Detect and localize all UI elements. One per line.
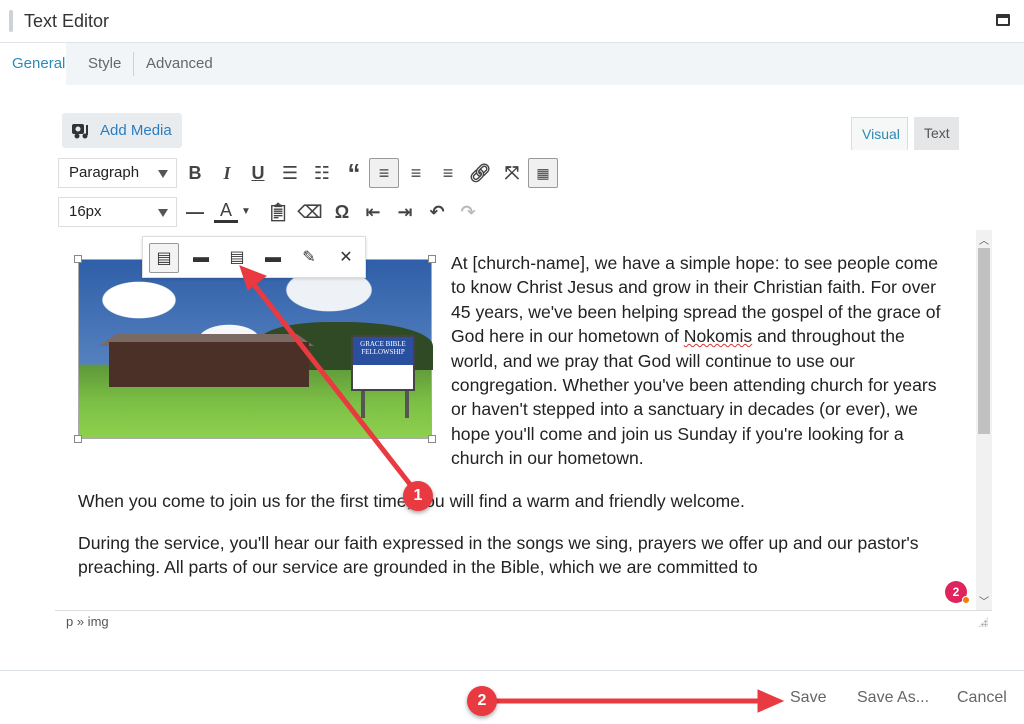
align-left-icon[interactable]: ≡: [369, 158, 399, 188]
tab-visual[interactable]: Visual: [851, 117, 908, 150]
selected-image[interactable]: GRACE BIBLE FELLOWSHIP: [74, 255, 436, 443]
add-media-label: Add Media: [100, 122, 172, 139]
paste-as-text-icon[interactable]: 📋︎: [263, 197, 293, 227]
text-color-icon[interactable]: A: [214, 197, 238, 223]
numbered-list-icon[interactable]: ☷: [307, 158, 337, 188]
editor-scrollbar[interactable]: ︿ ﹀: [976, 230, 992, 610]
window-title: Text Editor: [24, 11, 110, 31]
scroll-down-icon[interactable]: ﹀: [979, 593, 989, 608]
sign-post: [405, 388, 409, 418]
bulleted-list-icon[interactable]: ☰: [275, 158, 305, 188]
image-align-left-icon[interactable]: ▤: [149, 243, 179, 273]
resize-handle[interactable]: [74, 255, 82, 263]
align-center-icon[interactable]: ≡: [401, 158, 431, 188]
pencil-icon[interactable]: ✎: [294, 243, 324, 273]
title-bar: Text Editor: [0, 0, 1024, 43]
sign-text: GRACE BIBLE FELLOWSHIP: [353, 337, 413, 365]
resize-handle[interactable]: [428, 435, 436, 443]
underline-icon[interactable]: U: [243, 158, 273, 188]
notification-badge[interactable]: 2: [945, 581, 970, 604]
tab-general[interactable]: General: [0, 43, 66, 85]
add-media-button[interactable]: Add Media: [62, 113, 182, 148]
horizontal-line-icon[interactable]: —: [180, 197, 210, 227]
rich-text-editor: Paragraph B I U ☰ ☷ “ ≡ ≡ ≡ 🔗︎ ⤧ ▦ 16px …: [55, 151, 992, 632]
image-toolbar: ▤ ▬ ▤ ▬ ✎ ✕: [142, 236, 366, 278]
annotation-marker-1: 1: [403, 481, 433, 511]
scroll-up-icon[interactable]: ︿: [979, 232, 989, 247]
font-size-value: 16px: [69, 203, 102, 220]
bold-icon[interactable]: B: [180, 158, 210, 188]
format-select[interactable]: Paragraph: [58, 158, 177, 188]
outdent-icon[interactable]: ⇤: [358, 197, 388, 227]
tab-text[interactable]: Text: [914, 117, 959, 150]
save-as-button[interactable]: Save As...: [857, 689, 929, 707]
tab-bar: General Style Advanced: [0, 43, 1024, 85]
chevron-down-icon: [158, 170, 168, 178]
link-icon[interactable]: 🔗︎: [465, 158, 495, 188]
align-right-icon[interactable]: ≡: [433, 158, 463, 188]
italic-icon[interactable]: I: [212, 158, 242, 188]
editor-content[interactable]: GRACE BIBLE FELLOWSHIP At [church-name],…: [55, 230, 976, 610]
paragraph-text: and throughout the world, and we pray th…: [451, 326, 937, 469]
dialog-footer: Save Save As... Cancel: [0, 670, 1024, 724]
close-icon[interactable]: ✕: [331, 243, 361, 273]
annotation-marker-2: 2: [467, 686, 497, 716]
paragraph: When you come to join us for the first t…: [78, 490, 745, 511]
save-button[interactable]: Save: [790, 689, 826, 707]
status-bar: p » img: [55, 610, 992, 632]
redo-icon[interactable]: ↷: [453, 197, 483, 227]
church-photo: GRACE BIBLE FELLOWSHIP: [78, 259, 433, 439]
fullscreen-icon[interactable]: ⤧: [497, 158, 527, 188]
clear-formatting-icon[interactable]: ⌫: [295, 197, 325, 227]
element-path[interactable]: p » img: [66, 614, 109, 629]
chevron-down-icon: [158, 209, 168, 217]
format-select-value: Paragraph: [69, 164, 140, 181]
drag-handle[interactable]: [9, 10, 13, 32]
resize-grip-icon[interactable]: [978, 617, 988, 627]
media-icon: [72, 124, 88, 139]
image-align-center-icon[interactable]: ▬: [186, 243, 216, 273]
resize-handle[interactable]: [74, 435, 82, 443]
toolbar-toggle-icon[interactable]: ▦: [528, 158, 558, 188]
status-dot: [962, 596, 970, 604]
tab-divider: [133, 52, 134, 76]
cancel-button[interactable]: Cancel: [957, 689, 1007, 707]
tab-advanced[interactable]: Advanced: [134, 43, 225, 85]
toolbar-row-1: Paragraph B I U ☰ ☷ “ ≡ ≡ ≡ 🔗︎ ⤧ ▦: [58, 158, 988, 188]
indent-icon[interactable]: ⇥: [390, 197, 420, 227]
font-size-select[interactable]: 16px: [58, 197, 177, 227]
toolbar-row-2: 16px — A ▼ 📋︎ ⌫ Ω ⇤ ⇥ ↶ ↷: [58, 197, 988, 227]
badge-count: 2: [952, 585, 960, 599]
resize-handle[interactable]: [428, 255, 436, 263]
misspelled-word[interactable]: Nokomis: [684, 326, 752, 346]
building: [109, 342, 309, 387]
window-maximize-icon[interactable]: [996, 14, 1010, 26]
undo-icon[interactable]: ↶: [422, 197, 452, 227]
tab-style[interactable]: Style: [76, 43, 133, 85]
image-no-align-icon[interactable]: ▬: [258, 243, 288, 273]
special-character-icon[interactable]: Ω: [327, 197, 357, 227]
paragraph: During the service, you'll hear our fait…: [78, 533, 919, 578]
scrollbar-thumb[interactable]: [978, 248, 990, 434]
blockquote-icon[interactable]: “: [339, 158, 369, 188]
sign-post: [361, 388, 365, 418]
church-sign: GRACE BIBLE FELLOWSHIP: [351, 335, 415, 391]
image-align-right-icon[interactable]: ▤: [222, 243, 252, 273]
text-color-dropdown-icon[interactable]: ▼: [238, 197, 254, 227]
